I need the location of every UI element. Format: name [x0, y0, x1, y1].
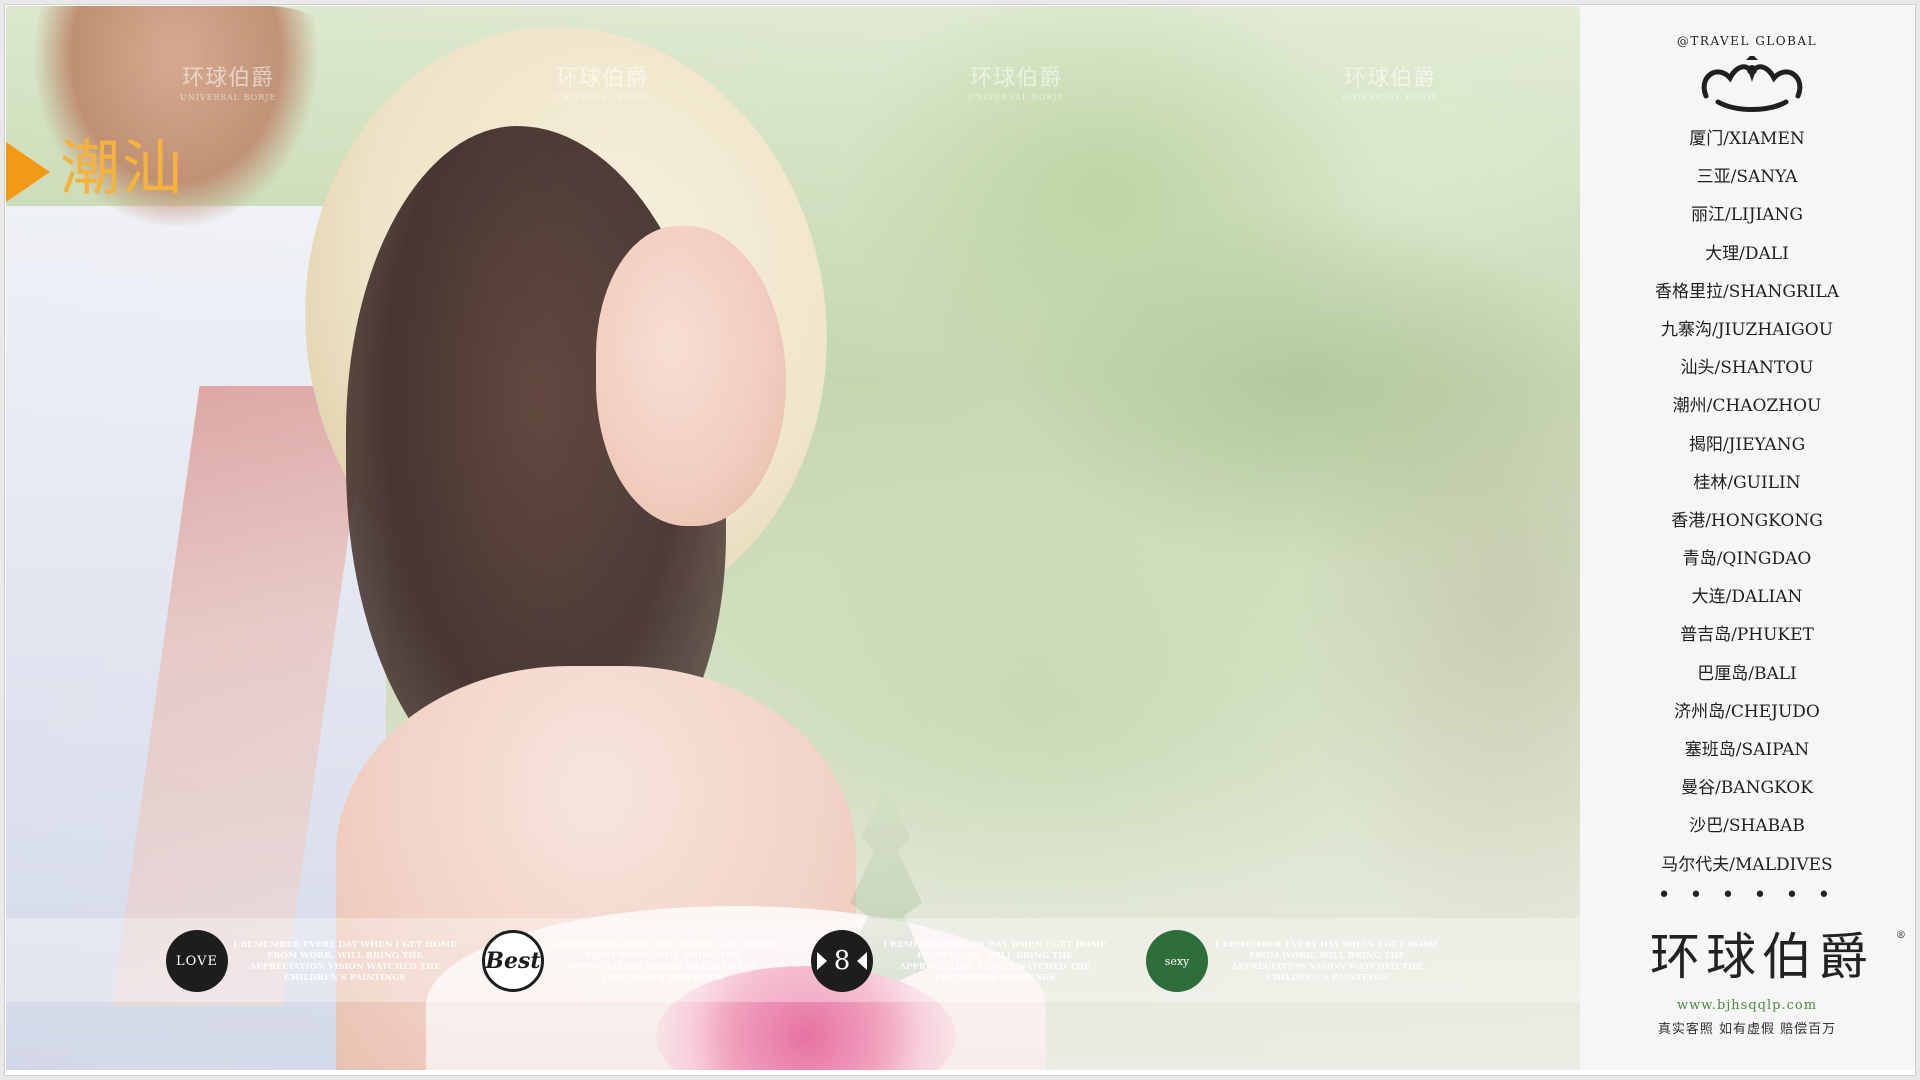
- city-item[interactable]: 大理/DALI: [1580, 235, 1914, 273]
- brand-tagline: @TRAVEL GLOBAL: [1676, 34, 1818, 48]
- watermark: 环球伯爵 UNIVERSAL BORJE: [968, 66, 1065, 102]
- brand-name: 环球伯爵: [1650, 928, 1874, 986]
- city-item[interactable]: 马尔代夫/MALDIVES: [1580, 846, 1914, 884]
- eight-badge-icon: 8: [811, 930, 873, 992]
- city-item[interactable]: 青岛/QINGDAO: [1580, 540, 1914, 578]
- city-item[interactable]: 香港/HONGKONG: [1580, 502, 1914, 540]
- city-item[interactable]: 香格里拉/SHANGRILA: [1580, 273, 1914, 311]
- city-item[interactable]: 桂林/GUILIN: [1580, 464, 1914, 502]
- city-item[interactable]: 济州岛/CHEJUDO: [1580, 693, 1914, 731]
- city-item[interactable]: 厦门/XIAMEN: [1580, 120, 1914, 158]
- city-item[interactable]: 三亚/SANYA: [1580, 158, 1914, 196]
- destination-sidebar: @TRAVEL GLOBAL 厦门/XIAMEN 三亚/SANYA 丽江/LIJ…: [1580, 6, 1914, 1070]
- badge-blurb: I REMEMBER EVERY DAY WHEN I GET HOME FRO…: [233, 940, 457, 983]
- photo-haze: [6, 6, 1580, 1070]
- brand-slogan: 真实客照 如有虚假 赔偿百万: [1657, 1022, 1837, 1037]
- city-item[interactable]: 巴厘岛/BALI: [1580, 655, 1914, 693]
- city-item[interactable]: 塞班岛/SAIPAN: [1580, 731, 1914, 769]
- watermark: 环球伯爵 UNIVERSAL BORJE: [554, 66, 651, 102]
- crown-logo-icon: [1701, 56, 1803, 112]
- badge-blurb: I REMEMBER EVERY DAY WHEN I GET HOME FRO…: [551, 940, 775, 983]
- city-item[interactable]: 九寨沟/JIUZHAIGOU: [1580, 311, 1914, 349]
- title-arrow-icon: [6, 142, 50, 202]
- city-item[interactable]: 沙巴/SHABAB: [1580, 807, 1914, 845]
- page-title: 潮汕: [60, 134, 184, 204]
- brand-url[interactable]: www.bjhsqqlp.com: [1580, 998, 1914, 1013]
- city-item[interactable]: 揭阳/JIEYANG: [1580, 426, 1914, 464]
- city-item[interactable]: 大连/DALIAN: [1580, 578, 1914, 616]
- watermark: 环球伯爵 UNIVERSAL BORJE: [1342, 66, 1439, 102]
- more-dots: • • • • • •: [1657, 883, 1837, 908]
- sexy-badge-icon: sexy: [1146, 930, 1208, 992]
- love-badge-icon: LOVE: [166, 930, 228, 992]
- watermark: 环球伯爵 UNIVERSAL BORJE: [180, 66, 277, 102]
- city-item[interactable]: 普吉岛/PHUKET: [1580, 616, 1914, 654]
- city-item[interactable]: 潮州/CHAOZHOU: [1580, 387, 1914, 425]
- city-item[interactable]: 汕头/SHANTOU: [1580, 349, 1914, 387]
- badge-blurb: I REMEMBER EVERY DAY WHEN I GET HOME FRO…: [1215, 940, 1439, 983]
- city-item[interactable]: 曼谷/BANGKOK: [1580, 769, 1914, 807]
- city-item[interactable]: 丽江/LIJIANG: [1580, 196, 1914, 234]
- city-list: 厦门/XIAMEN 三亚/SANYA 丽江/LIJIANG 大理/DALI 香格…: [1580, 120, 1914, 884]
- registered-mark: ®: [1896, 930, 1906, 941]
- badge-blurb: I REMEMBER EVERY DAY WHEN I GET HOME FRO…: [883, 940, 1107, 983]
- best-badge-icon: Best: [482, 930, 544, 992]
- wedding-photo: 环球伯爵 UNIVERSAL BORJE 环球伯爵 UNIVERSAL BORJE …: [6, 6, 1580, 1070]
